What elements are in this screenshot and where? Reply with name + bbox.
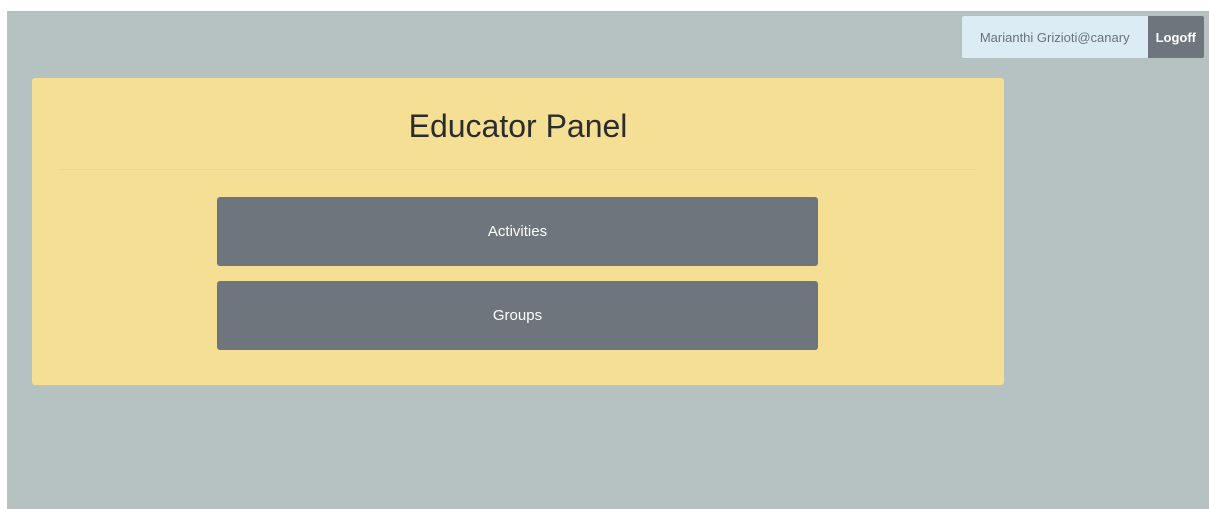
activities-button[interactable]: Activities [217,197,818,266]
user-name-label: Marianthi Grizioti@canary [961,16,1148,58]
page-title: Educator Panel [408,108,628,144]
user-bar: Marianthi Grizioti@canary Logoff [961,16,1204,58]
app-viewport: Marianthi Grizioti@canary Logoff Educato… [7,11,1209,509]
educator-panel: Educator Panel Activities Groups [32,78,1004,385]
logoff-button[interactable]: Logoff [1147,16,1204,58]
groups-button[interactable]: Groups [217,281,818,350]
title-divider [59,169,977,170]
